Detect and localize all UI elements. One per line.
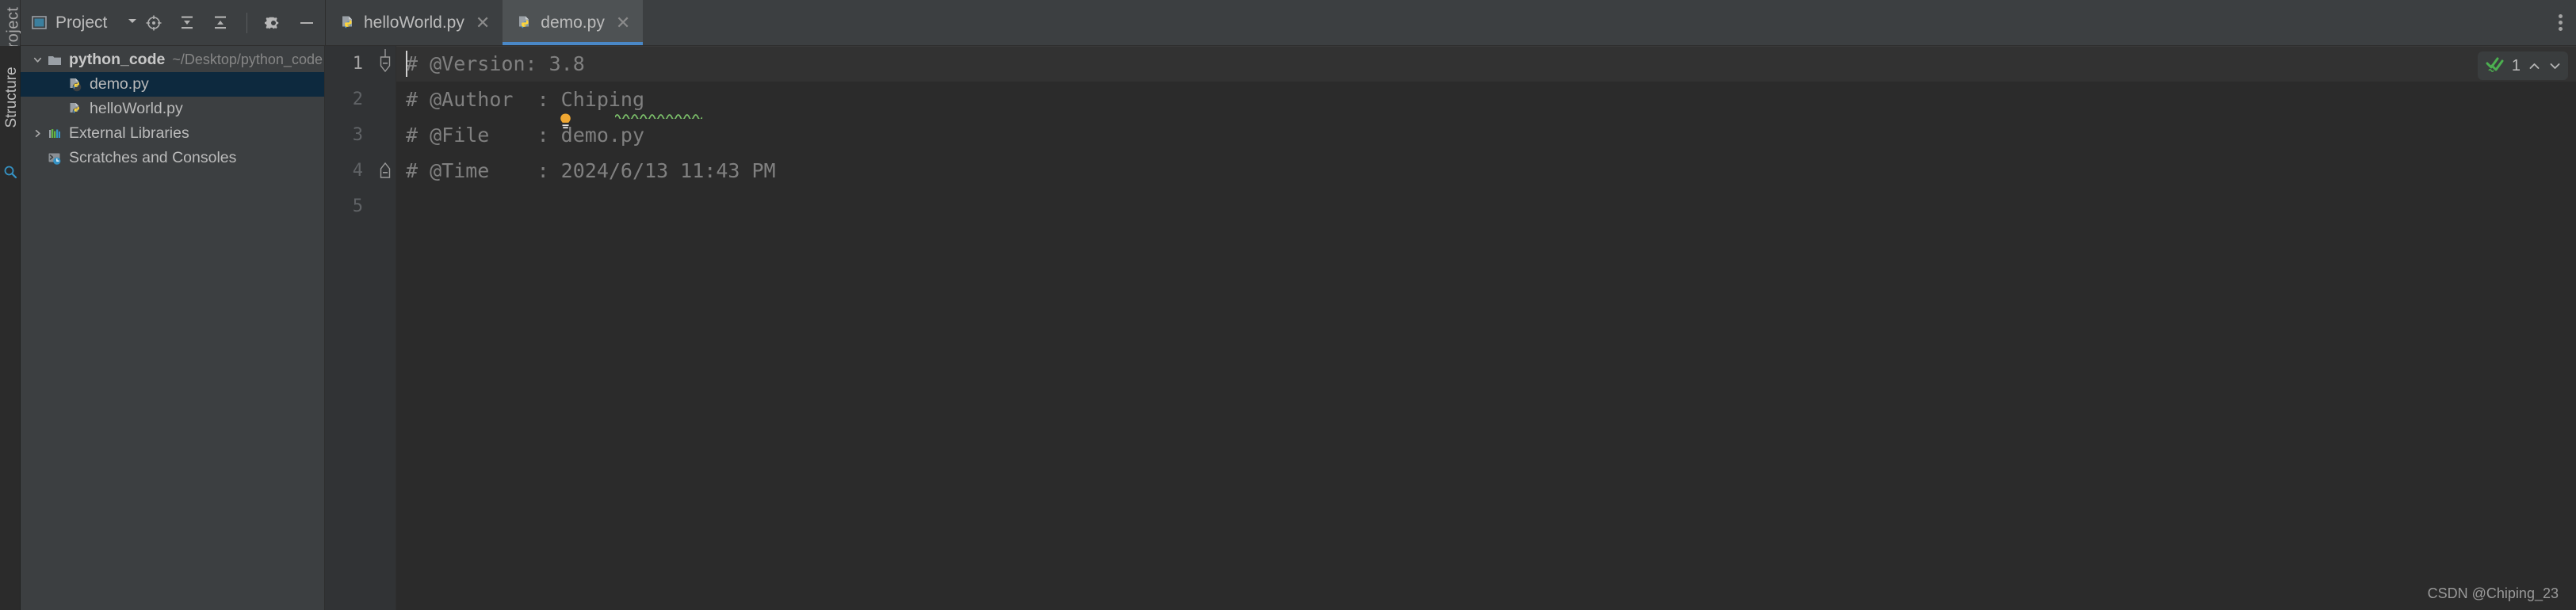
code-text-area[interactable]: # @Version: 3.8 # @Author : Chiping # @F… [396,46,2576,610]
project-panel-title: Project [55,13,108,32]
tree-row-external-libraries[interactable]: External Libraries [21,121,325,146]
python-file-icon [68,102,82,116]
line-number: 3 [352,125,363,145]
editor-tab-label: demo.py [541,13,605,32]
line-number: 5 [352,196,363,216]
left-tool-strip[interactable]: Project [0,0,22,59]
tree-row-helloworld-py[interactable]: helloWorld.py [21,97,325,121]
project-panel-header: Project [21,0,325,46]
chevron-right-icon[interactable] [27,128,48,139]
project-tree: python_code ~/Desktop/python_code demo.p… [21,46,325,610]
code-line[interactable]: # @Author : Chiping [396,82,2576,129]
tree-row-label: python_code [69,51,166,68]
external-libraries-icon [48,127,62,141]
close-icon[interactable]: ✕ [616,13,630,32]
code-line-text: # @Version: 3.8 [406,52,585,75]
python-file-icon [340,15,356,31]
line-number-gutter: 1 2 3 4 5 [325,46,374,610]
tree-row-label: helloWorld.py [90,100,183,117]
inspection-widget[interactable]: 1 [2477,51,2568,80]
editor-tab-demo[interactable]: demo.py ✕ [503,0,644,45]
inspection-ok-icon [2486,55,2505,77]
tree-row-label: demo.py [90,75,149,93]
line-number: 2 [352,90,363,109]
fold-collapse-icon[interactable] [376,46,394,82]
editor-tab-bar: helloWorld.py ✕ demo.py ✕ [325,0,2576,46]
editor-tab-helloworld[interactable]: helloWorld.py ✕ [326,0,503,45]
tree-row-demo-py[interactable]: demo.py [21,72,325,97]
main-body: Structure python_code ~/Desktop/python_c… [0,46,2576,610]
line-number: 4 [352,161,363,181]
code-line-text: # @Author : Chiping [406,88,645,111]
text-caret [406,51,407,77]
tree-row-python-code[interactable]: python_code ~/Desktop/python_code [21,48,325,72]
chevron-down-icon[interactable] [127,15,138,30]
code-line[interactable]: # @Time : 2024/6/13 11:43 PM [396,153,2576,189]
code-line-text: # @File : demo.py [406,124,645,147]
top-row: Project Project helloWorld.py ✕ demo.py … [0,0,2576,59]
inspection-count: 1 [2511,56,2521,74]
code-line[interactable]: # @Version: 3.8 [396,46,2576,82]
tree-row-label: Scratches and Consoles [69,149,237,166]
fold-end-icon[interactable] [376,153,394,189]
project-panel-actions [145,12,315,33]
chevron-down-icon[interactable] [27,54,48,66]
code-editor[interactable]: 1 2 3 4 5 # @Version: 3.8 # @Author: Ch… [325,46,2576,610]
watermark: CSDN @Chiping_23 [2427,585,2559,601]
locate-file-icon[interactable] [145,14,162,32]
tree-row-label: External Libraries [69,124,189,142]
code-folding-gutter[interactable] [374,46,396,610]
project-panel-icon [32,15,47,30]
python-file-icon [68,78,82,92]
more-vertical-icon[interactable] [2549,0,2576,45]
chevron-down-icon[interactable] [2548,59,2562,73]
close-icon[interactable]: ✕ [476,13,490,32]
pycharm-window: Project Project helloWorld.py ✕ demo.py … [0,0,2576,610]
project-panel-title-group[interactable]: Project [32,13,138,32]
expand-all-icon[interactable] [178,14,196,32]
minimize-icon[interactable] [298,14,315,32]
code-line[interactable]: # @File : demo.py [396,117,2576,153]
code-line[interactable] [396,189,2576,224]
line-number: 1 [352,54,363,74]
structure-icon[interactable] [3,165,17,179]
code-line-text: # @Time : 2024/6/13 11:43 PM [406,159,776,182]
chevron-up-icon[interactable] [2528,59,2541,73]
scratches-icon [48,151,62,166]
lightbulb-icon[interactable] [415,90,571,129]
python-file-icon [517,15,533,31]
tab-bar-spacer [643,0,2549,45]
tree-row-path: ~/Desktop/python_code [172,51,323,67]
editor-tab-label: helloWorld.py [364,13,464,32]
folder-icon [48,53,62,67]
gear-icon[interactable] [265,14,282,32]
collapse-all-icon[interactable] [212,14,229,32]
left-tool-strip-lower[interactable]: Structure [0,46,21,610]
tool-strip-structure-label[interactable]: Structure [3,62,21,133]
spellcheck-squiggle [615,114,702,119]
tree-row-scratches-and-consoles[interactable]: Scratches and Consoles [21,146,325,170]
